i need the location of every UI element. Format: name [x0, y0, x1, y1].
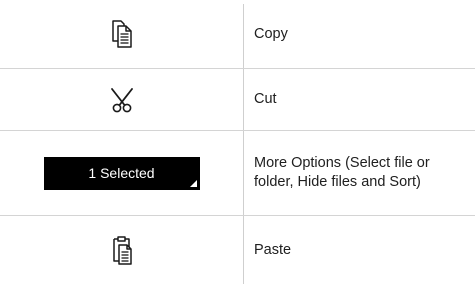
legend-label-paste: Paste: [254, 241, 292, 258]
legend-row-more-options: 1 Selected More Options (Select file or …: [0, 131, 475, 216]
cut-icon: [109, 86, 135, 114]
text-cell: Cut: [254, 69, 469, 130]
text-cell: Copy: [254, 0, 469, 68]
icon-cell: [0, 216, 243, 284]
copy-icon: [111, 19, 133, 49]
icon-cell: 1 Selected: [0, 131, 243, 215]
legend-row-copy: Copy: [0, 0, 475, 69]
legend-row-paste: Paste: [0, 216, 475, 284]
icon-cell: [0, 0, 243, 68]
paste-icon: [110, 234, 134, 266]
icon-cell: [0, 69, 243, 130]
legend-row-cut: Cut: [0, 69, 475, 131]
legend-label-copy: Copy: [254, 25, 288, 42]
selection-count-text: 1 Selected: [88, 165, 155, 181]
legend-label-more-options: More Options (Select file or folder, Hid…: [254, 155, 430, 190]
legend-label-cut: Cut: [254, 91, 277, 107]
toolbar-legend-table: Copy Cut 1 Selected More Options (Select…: [0, 0, 475, 284]
chip-corner-icon: [189, 179, 197, 187]
selection-count-chip[interactable]: 1 Selected: [43, 156, 200, 190]
text-cell: Paste: [254, 216, 469, 284]
text-cell: More Options (Select file or folder, Hid…: [254, 131, 469, 215]
